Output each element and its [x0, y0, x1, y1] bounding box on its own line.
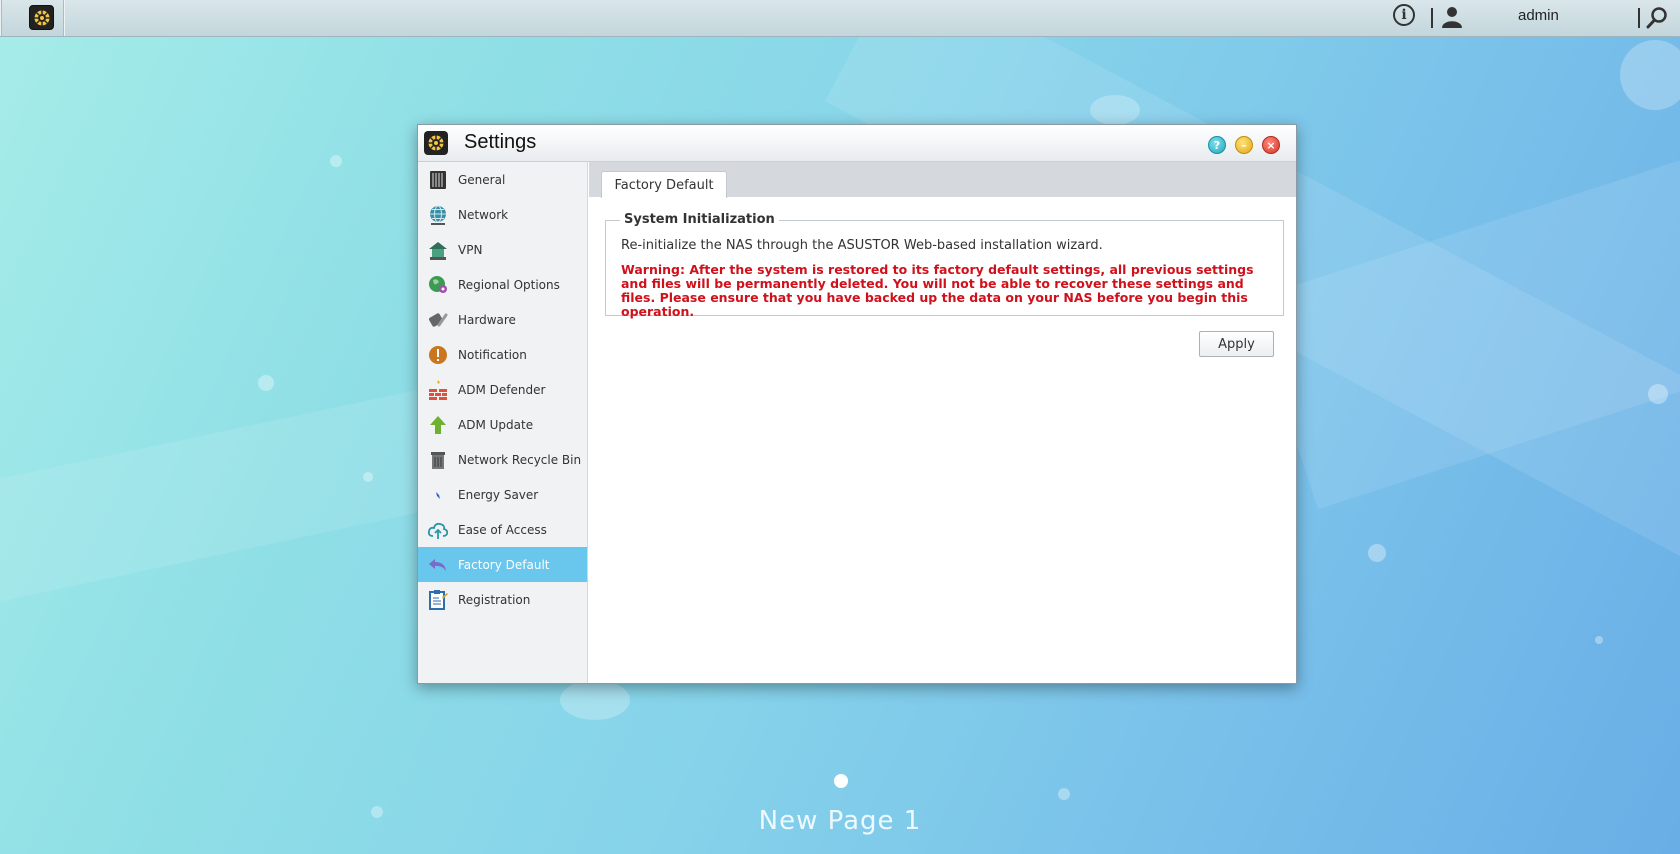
globe-network-icon [430, 205, 446, 225]
section-title: System Initialization [620, 212, 779, 227]
undo-arrow-icon [429, 559, 446, 571]
sidebar-item-regional-options[interactable]: Regional Options [418, 267, 587, 302]
settings-window: Settings ? – × General Network VPN Regio… [417, 124, 1297, 684]
settings-gear-icon [424, 131, 448, 155]
clipboard-icon [429, 590, 448, 610]
sidebar-item-label: Ease of Access [458, 522, 547, 537]
info-icon[interactable]: i [1393, 4, 1415, 26]
user-icon[interactable] [1440, 5, 1464, 29]
top-taskbar: i admin [0, 0, 1680, 37]
close-button[interactable]: × [1262, 136, 1280, 154]
taskbar-left-edge [0, 0, 2, 36]
section-description: Re-initialize the NAS through the ASUSTO… [621, 238, 1103, 253]
trash-bin-icon [431, 452, 445, 469]
sidebar-item-label: Energy Saver [458, 487, 539, 502]
settings-sidebar: General Network VPN Regional Options Har… [418, 162, 588, 683]
exclamation-icon [429, 346, 447, 364]
sidebar-item-vpn[interactable]: VPN [418, 232, 587, 267]
sidebar-item-adm-defender[interactable]: ADM Defender [418, 372, 587, 407]
globe-pin-icon [429, 276, 447, 293]
sidebar-item-general[interactable]: General [418, 162, 587, 197]
server-icon [430, 171, 446, 189]
vpn-house-icon [429, 242, 447, 260]
system-initialization-section: System Initialization Re-initialize the … [605, 212, 1284, 319]
username-label[interactable]: admin [1518, 7, 1559, 24]
sidebar-item-label: General [458, 172, 506, 187]
hardware-wrench-icon [429, 313, 448, 327]
sidebar-item-label: Network Recycle Bin [458, 452, 582, 467]
sidebar-item-factory-default[interactable]: Factory Default [418, 547, 587, 582]
page-indicator-dot[interactable] [834, 774, 848, 788]
up-arrow-icon [430, 416, 446, 434]
sidebar-item-label: Regional Options [458, 277, 560, 292]
help-button[interactable]: ? [1208, 136, 1226, 154]
window-titlebar[interactable]: Settings ? – × [418, 125, 1296, 162]
sidebar-item-energy-saver[interactable]: Energy Saver [418, 477, 587, 512]
firewall-icon [429, 380, 447, 400]
window-title: Settings [464, 131, 537, 153]
taskbar-separator [63, 0, 64, 36]
sidebar-item-adm-update[interactable]: ADM Update [418, 407, 587, 442]
sidebar-item-label: ADM Defender [458, 382, 546, 397]
sidebar-item-label: Registration [458, 592, 531, 607]
apply-button[interactable]: Apply [1199, 331, 1274, 357]
desktop-page-label: New Page 1 [758, 806, 922, 836]
sidebar-item-label: Hardware [458, 312, 516, 327]
lightning-icon [429, 488, 447, 503]
tab-bar: Factory Default [589, 162, 1296, 198]
sidebar-item-label: VPN [458, 242, 483, 257]
sidebar-item-hardware[interactable]: Hardware [418, 302, 587, 337]
taskbar-separator [1431, 8, 1433, 28]
tab-factory-default[interactable]: Factory Default [601, 171, 727, 198]
sidebar-item-label: Network [458, 207, 509, 222]
search-icon[interactable] [1645, 6, 1669, 30]
minimize-button[interactable]: – [1235, 136, 1253, 154]
cloud-upload-icon [427, 522, 449, 539]
settings-content-pane: Factory Default System Initialization Re… [589, 162, 1296, 683]
sidebar-item-label: ADM Update [458, 417, 534, 432]
taskbar-separator [1638, 8, 1640, 28]
sidebar-item-network[interactable]: Network [418, 197, 587, 232]
sidebar-item-ease-of-access[interactable]: Ease of Access [418, 512, 587, 547]
settings-app-icon[interactable] [29, 5, 54, 30]
sidebar-item-label: Factory Default [458, 557, 550, 572]
warning-text: Warning: After the system is restored to… [621, 262, 1254, 319]
sidebar-item-notification[interactable]: Notification [418, 337, 587, 372]
sidebar-item-network-recycle-bin[interactable]: Network Recycle Bin [418, 442, 587, 477]
sidebar-item-label: Notification [458, 347, 527, 362]
sidebar-item-registration[interactable]: Registration [418, 582, 587, 617]
